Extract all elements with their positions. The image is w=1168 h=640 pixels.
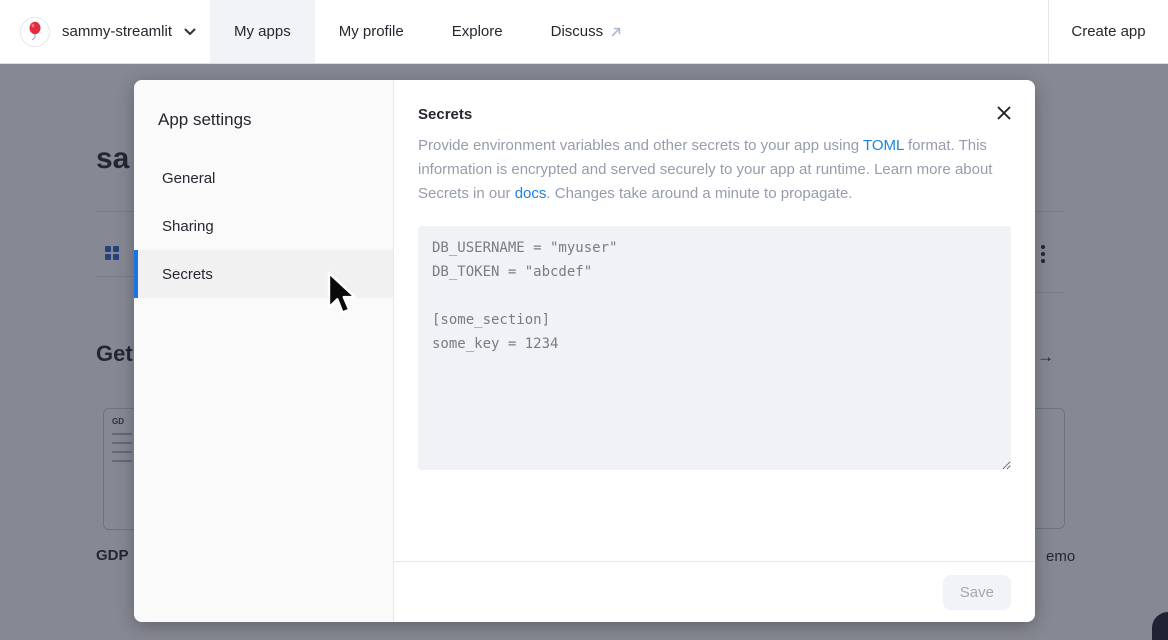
screen: sa Get → GD GDP emo: [0, 0, 1168, 640]
inline-link[interactable]: docs: [515, 185, 547, 202]
workspace-name: sammy-streamlit: [62, 23, 172, 40]
secrets-description: Provide environment variables and other …: [418, 134, 1010, 206]
secrets-content: Secrets Provide environment variables an…: [394, 80, 1035, 561]
balloon-icon: [27, 21, 43, 43]
sidebar-item-label: Secrets: [162, 266, 213, 283]
secrets-heading: Secrets: [418, 106, 1011, 123]
tab-my-apps[interactable]: My apps: [210, 0, 315, 63]
modal-sidebar: App settings General Sharing Secrets: [134, 80, 394, 622]
tab-label: Discuss: [551, 23, 604, 40]
workspace-avatar: [20, 17, 50, 47]
tab-label: Explore: [452, 23, 503, 40]
sidebar-item-sharing[interactable]: Sharing: [134, 202, 393, 250]
sidebar-item-label: General: [162, 170, 215, 187]
secrets-panel: Secrets Provide environment variables an…: [394, 80, 1035, 622]
chevron-down-icon: [184, 28, 196, 36]
tab-my-profile[interactable]: My profile: [315, 0, 428, 63]
secrets-textarea[interactable]: DB_USERNAME = "myuser" DB_TOKEN = "abcde…: [418, 226, 1011, 470]
sidebar-item-general[interactable]: General: [134, 154, 393, 202]
nav-spacer: [646, 0, 1048, 63]
workspace-switcher[interactable]: sammy-streamlit: [0, 0, 196, 63]
modal-title: App settings: [158, 110, 393, 130]
tab-label: My profile: [339, 23, 404, 40]
tab-explore[interactable]: Explore: [428, 0, 527, 63]
modal-menu: General Sharing Secrets: [134, 154, 393, 298]
inline-link[interactable]: TOML: [863, 137, 904, 154]
tab-discuss[interactable]: Discuss: [527, 0, 647, 63]
sidebar-item-label: Sharing: [162, 218, 214, 235]
external-link-icon: [610, 26, 622, 38]
sidebar-item-secrets[interactable]: Secrets: [134, 250, 393, 298]
create-app-button[interactable]: Create app: [1048, 0, 1168, 63]
tab-label: My apps: [234, 23, 291, 40]
save-button[interactable]: Save: [943, 575, 1011, 610]
create-app-label: Create app: [1071, 23, 1145, 40]
modal-footer: Save: [394, 561, 1035, 622]
close-icon[interactable]: [995, 104, 1013, 122]
app-settings-modal: App settings General Sharing Secrets Sec…: [134, 80, 1035, 622]
top-navigation: sammy-streamlit My apps My profile Explo…: [0, 0, 1168, 64]
nav-tabs: My apps My profile Explore Discuss: [210, 0, 646, 63]
